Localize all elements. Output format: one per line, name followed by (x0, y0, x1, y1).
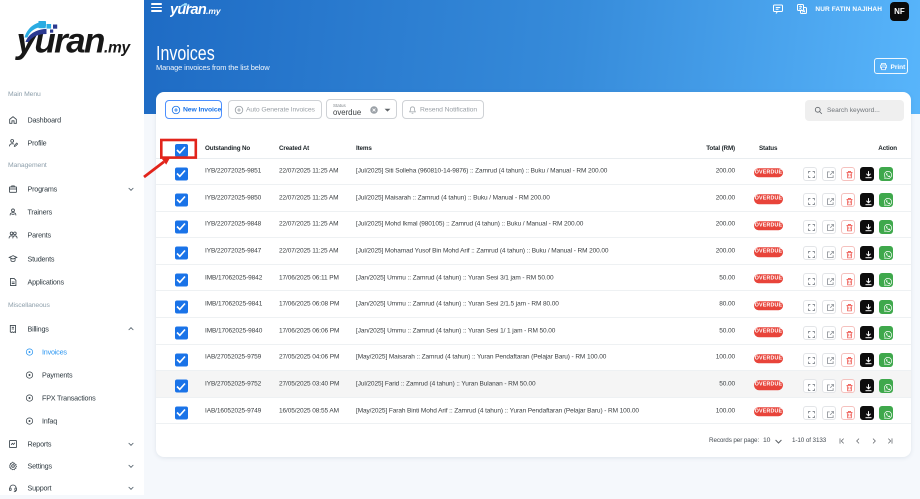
svg-text:.my: .my (104, 40, 131, 57)
svg-text:.my: .my (206, 6, 222, 16)
